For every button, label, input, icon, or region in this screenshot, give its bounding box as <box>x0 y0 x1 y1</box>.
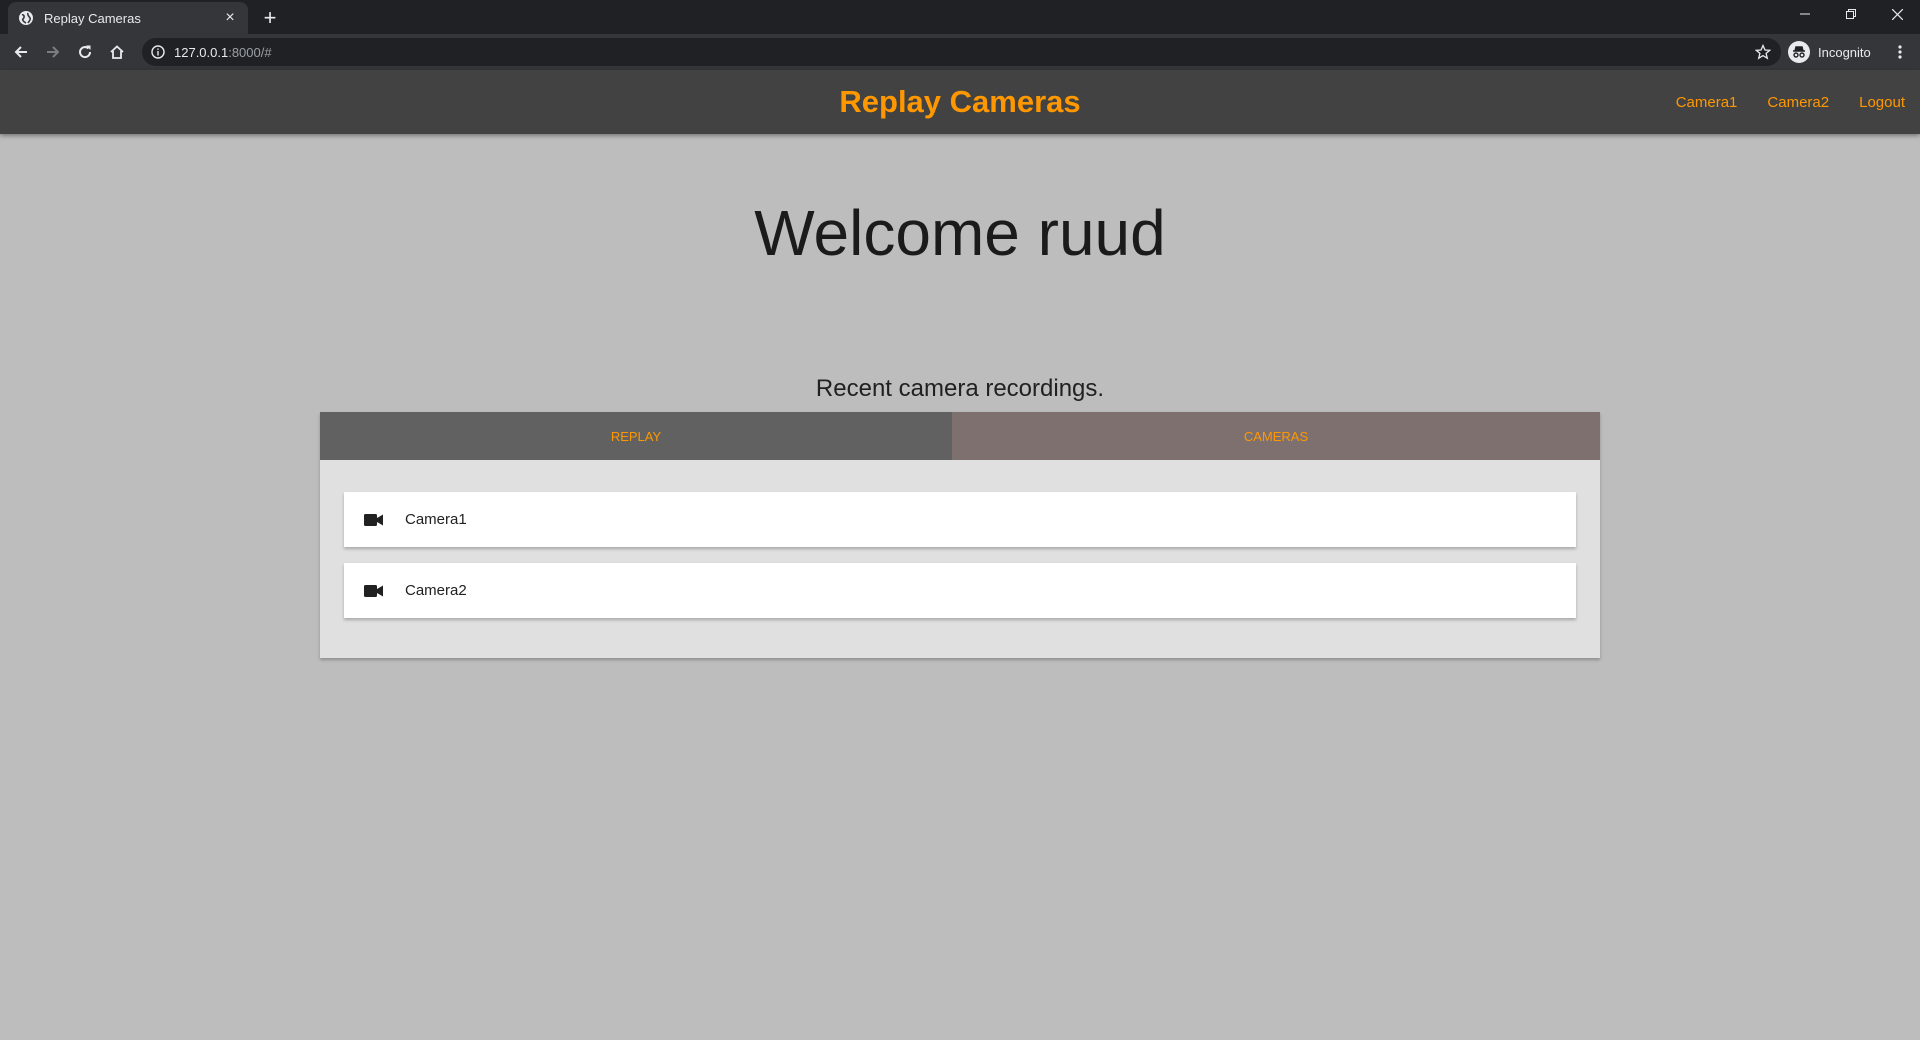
nav-link-camera2[interactable]: Camera2 <box>1767 94 1829 111</box>
incognito-icon <box>1788 41 1810 63</box>
tab-replay[interactable]: REPLAY <box>320 412 952 460</box>
reload-icon[interactable] <box>71 38 99 66</box>
camera-list-item-camera2[interactable]: Camera2 <box>344 563 1576 618</box>
tab-cameras[interactable]: CAMERAS <box>952 412 1600 460</box>
url-path: :8000/# <box>228 44 272 60</box>
restore-icon[interactable] <box>1828 0 1874 28</box>
camera-item-label: Camera1 <box>405 511 467 528</box>
incognito-label: Incognito <box>1818 44 1871 60</box>
home-icon[interactable] <box>103 38 131 66</box>
recordings-tabs: REPLAY CAMERAS <box>320 412 1600 460</box>
bookmark-star-icon[interactable] <box>1755 44 1771 60</box>
close-window-icon[interactable] <box>1874 0 1920 28</box>
app-navbar: Replay Cameras Camera1 Camera2 Logout <box>0 70 1920 134</box>
nav-link-camera1[interactable]: Camera1 <box>1676 94 1738 111</box>
camera-item-label: Camera2 <box>405 582 467 599</box>
browser-tab-strip: Replay Cameras × + <box>0 0 1920 34</box>
browser-tab-title: Replay Cameras <box>44 10 141 26</box>
welcome-heading: Welcome ruud <box>754 197 1166 269</box>
globe-icon <box>18 10 34 26</box>
nav-links: Camera1 Camera2 Logout <box>1646 70 1905 134</box>
incognito-badge[interactable]: Incognito <box>1788 39 1871 65</box>
info-icon[interactable] <box>150 44 166 60</box>
brand-title[interactable]: Replay Cameras <box>839 84 1080 119</box>
browser-toolbar: 127.0.0.1:8000/# Incognito <box>0 34 1920 70</box>
videocam-icon <box>364 513 384 527</box>
browser-menu-icon[interactable] <box>1888 38 1912 66</box>
back-icon[interactable] <box>7 38 35 66</box>
camera-list-item-camera1[interactable]: Camera1 <box>344 492 1576 547</box>
new-tab-icon[interactable]: + <box>258 5 282 30</box>
close-tab-icon[interactable]: × <box>222 9 238 26</box>
recordings-card: REPLAY CAMERAS Camera1 Camera2 <box>320 412 1600 658</box>
nav-link-logout[interactable]: Logout <box>1859 94 1905 111</box>
url-host: 127.0.0.1 <box>174 44 229 60</box>
forward-icon[interactable] <box>39 38 67 66</box>
videocam-icon <box>364 584 384 598</box>
brand-title-container: Replay Cameras <box>0 84 1920 120</box>
recordings-subtitle: Recent camera recordings. <box>815 375 1105 402</box>
browser-tab[interactable]: Replay Cameras × <box>8 2 248 34</box>
minimize-icon[interactable] <box>1782 0 1828 28</box>
address-bar[interactable]: 127.0.0.1:8000/# <box>142 38 1781 66</box>
